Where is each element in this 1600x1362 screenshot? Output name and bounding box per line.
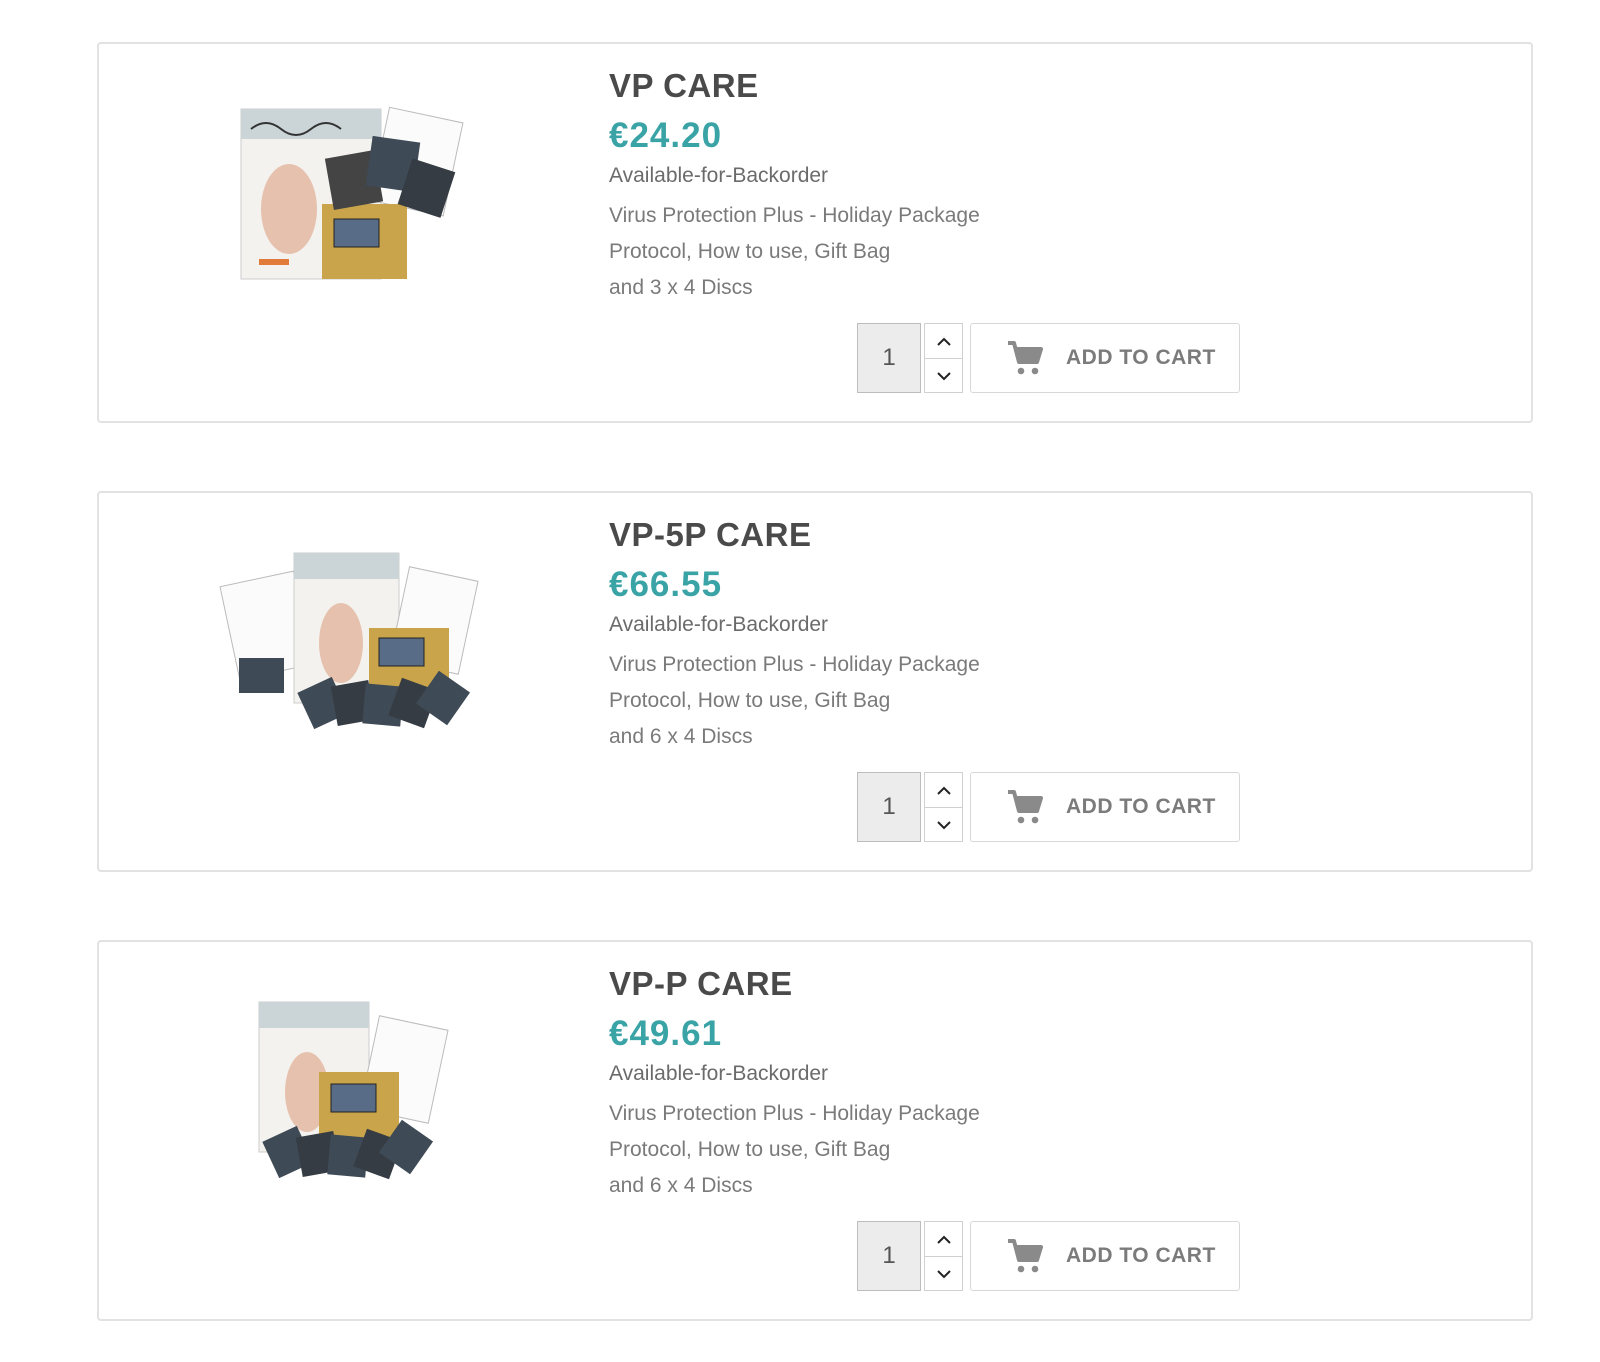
chevron-up-icon xyxy=(936,786,951,795)
description-line: and 6 x 4 Discs xyxy=(609,725,753,748)
shopping-cart-icon xyxy=(1006,1238,1044,1274)
description-line: Virus Protection Plus - Holiday Package xyxy=(609,653,980,676)
availability-status: Available-for-Backorder xyxy=(609,1062,829,1085)
description-line: Protocol, How to use, Gift Bag xyxy=(609,240,891,263)
availability-status: Available-for-Backorder xyxy=(609,164,829,187)
chevron-down-icon xyxy=(936,1269,951,1278)
product-title[interactable]: VP CARE xyxy=(609,66,1309,106)
quantity-stepper xyxy=(924,772,963,842)
product-price: €49.61 xyxy=(609,1014,723,1053)
product-description: Virus Protection Plus - Holiday Package … xyxy=(609,647,1309,755)
add-to-cart-button[interactable]: ADD TO CART xyxy=(970,323,1240,393)
product-price: €66.55 xyxy=(609,565,723,604)
shopping-cart-icon xyxy=(1006,340,1044,376)
description-line: and 6 x 4 Discs xyxy=(609,1174,753,1197)
product-description: Virus Protection Plus - Holiday Package … xyxy=(609,1096,1309,1204)
quantity-increase-button[interactable] xyxy=(925,1222,962,1257)
product-card: VP CARE €24.20 Available-for-Backorder V… xyxy=(97,42,1533,423)
chevron-up-icon xyxy=(936,337,951,346)
add-to-cart-label: ADD TO CART xyxy=(1066,795,1216,818)
description-line: Protocol, How to use, Gift Bag xyxy=(609,689,891,712)
add-to-cart-label: ADD TO CART xyxy=(1066,1244,1216,1267)
product-title[interactable]: VP-P CARE xyxy=(609,964,1309,1004)
product-image[interactable] xyxy=(219,982,489,1202)
quantity-decrease-button[interactable] xyxy=(925,1257,962,1291)
product-price: €24.20 xyxy=(609,116,723,155)
quantity-decrease-button[interactable] xyxy=(925,359,962,393)
add-to-cart-button[interactable]: ADD TO CART xyxy=(970,772,1240,842)
quantity-input[interactable]: 1 xyxy=(857,1221,921,1291)
chevron-up-icon xyxy=(936,1235,951,1244)
quantity-increase-button[interactable] xyxy=(925,773,962,808)
quantity-input[interactable]: 1 xyxy=(857,772,921,842)
product-title[interactable]: VP-5P CARE xyxy=(609,515,1309,555)
description-line: and 3 x 4 Discs xyxy=(609,276,753,299)
chevron-down-icon xyxy=(936,820,951,829)
product-info: VP CARE €24.20 Available-for-Backorder V… xyxy=(609,66,1309,306)
product-list: VP CARE €24.20 Available-for-Backorder V… xyxy=(0,0,1600,1362)
product-image[interactable] xyxy=(219,84,489,304)
description-line: Virus Protection Plus - Holiday Package xyxy=(609,204,980,227)
description-line: Protocol, How to use, Gift Bag xyxy=(609,1138,891,1161)
availability-status: Available-for-Backorder xyxy=(609,613,829,636)
description-line: Virus Protection Plus - Holiday Package xyxy=(609,1102,980,1125)
add-to-cart-label: ADD TO CART xyxy=(1066,346,1216,369)
chevron-down-icon xyxy=(936,371,951,380)
product-image[interactable] xyxy=(219,533,489,753)
quantity-increase-button[interactable] xyxy=(925,324,962,359)
add-to-cart-button[interactable]: ADD TO CART xyxy=(970,1221,1240,1291)
product-description: Virus Protection Plus - Holiday Package … xyxy=(609,198,1309,306)
quantity-stepper xyxy=(924,1221,963,1291)
product-card: VP-5P CARE €66.55 Available-for-Backorde… xyxy=(97,491,1533,872)
quantity-input[interactable]: 1 xyxy=(857,323,921,393)
quantity-decrease-button[interactable] xyxy=(925,808,962,842)
product-info: VP-P CARE €49.61 Available-for-Backorder… xyxy=(609,964,1309,1204)
quantity-stepper xyxy=(924,323,963,393)
product-info: VP-5P CARE €66.55 Available-for-Backorde… xyxy=(609,515,1309,755)
shopping-cart-icon xyxy=(1006,789,1044,825)
product-card: VP-P CARE €49.61 Available-for-Backorder… xyxy=(97,940,1533,1321)
